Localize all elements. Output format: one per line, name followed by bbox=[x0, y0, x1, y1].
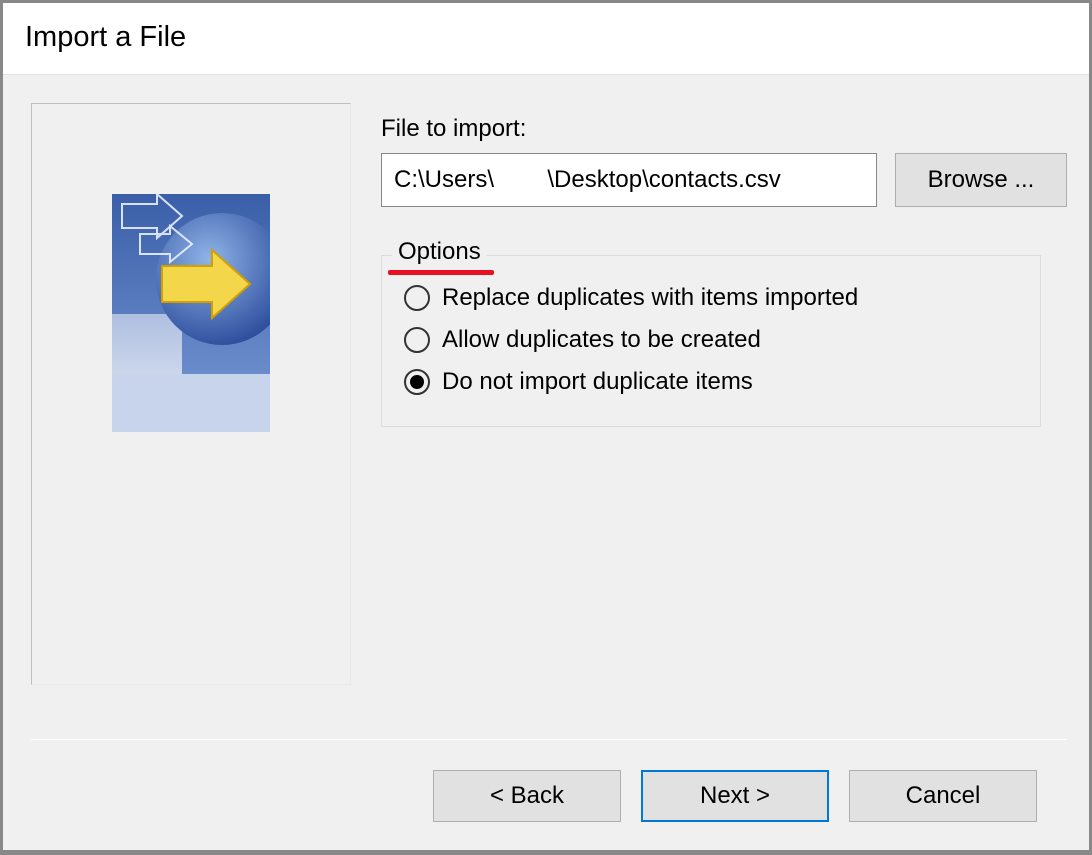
file-to-import-label: File to import: bbox=[381, 115, 1067, 143]
main-row: File to import: Browse ... Options Repla… bbox=[31, 103, 1067, 739]
radio-allow-duplicates[interactable]: Allow duplicates to be created bbox=[404, 326, 1018, 354]
browse-button[interactable]: Browse ... bbox=[895, 153, 1067, 207]
back-button[interactable]: < Back bbox=[433, 770, 621, 822]
import-file-dialog: Import a File bbox=[2, 2, 1090, 851]
cancel-button[interactable]: Cancel bbox=[849, 770, 1037, 822]
radio-icon bbox=[404, 369, 430, 395]
form-panel: File to import: Browse ... Options Repla… bbox=[381, 103, 1067, 739]
radio-do-not-import-duplicates[interactable]: Do not import duplicate items bbox=[404, 368, 1018, 396]
file-path-input[interactable] bbox=[381, 153, 877, 207]
file-input-row: Browse ... bbox=[381, 153, 1067, 207]
button-separator bbox=[31, 739, 1067, 740]
dialog-button-row: < Back Next > Cancel bbox=[31, 770, 1067, 850]
options-groupbox: Options Replace duplicates with items im… bbox=[381, 255, 1041, 427]
wizard-image-panel bbox=[31, 103, 351, 685]
import-arrows-icon bbox=[112, 194, 270, 432]
dialog-content: File to import: Browse ... Options Repla… bbox=[3, 74, 1089, 850]
radio-label: Do not import duplicate items bbox=[442, 368, 753, 396]
options-legend: Options bbox=[392, 238, 487, 266]
next-button[interactable]: Next > bbox=[641, 770, 829, 822]
radio-label: Replace duplicates with items imported bbox=[442, 284, 858, 312]
radio-label: Allow duplicates to be created bbox=[442, 326, 761, 354]
annotation-underline bbox=[388, 270, 494, 275]
radio-icon bbox=[404, 327, 430, 353]
radio-icon bbox=[404, 285, 430, 311]
dialog-title: Import a File bbox=[3, 3, 1089, 74]
radio-replace-duplicates[interactable]: Replace duplicates with items imported bbox=[404, 284, 1018, 312]
